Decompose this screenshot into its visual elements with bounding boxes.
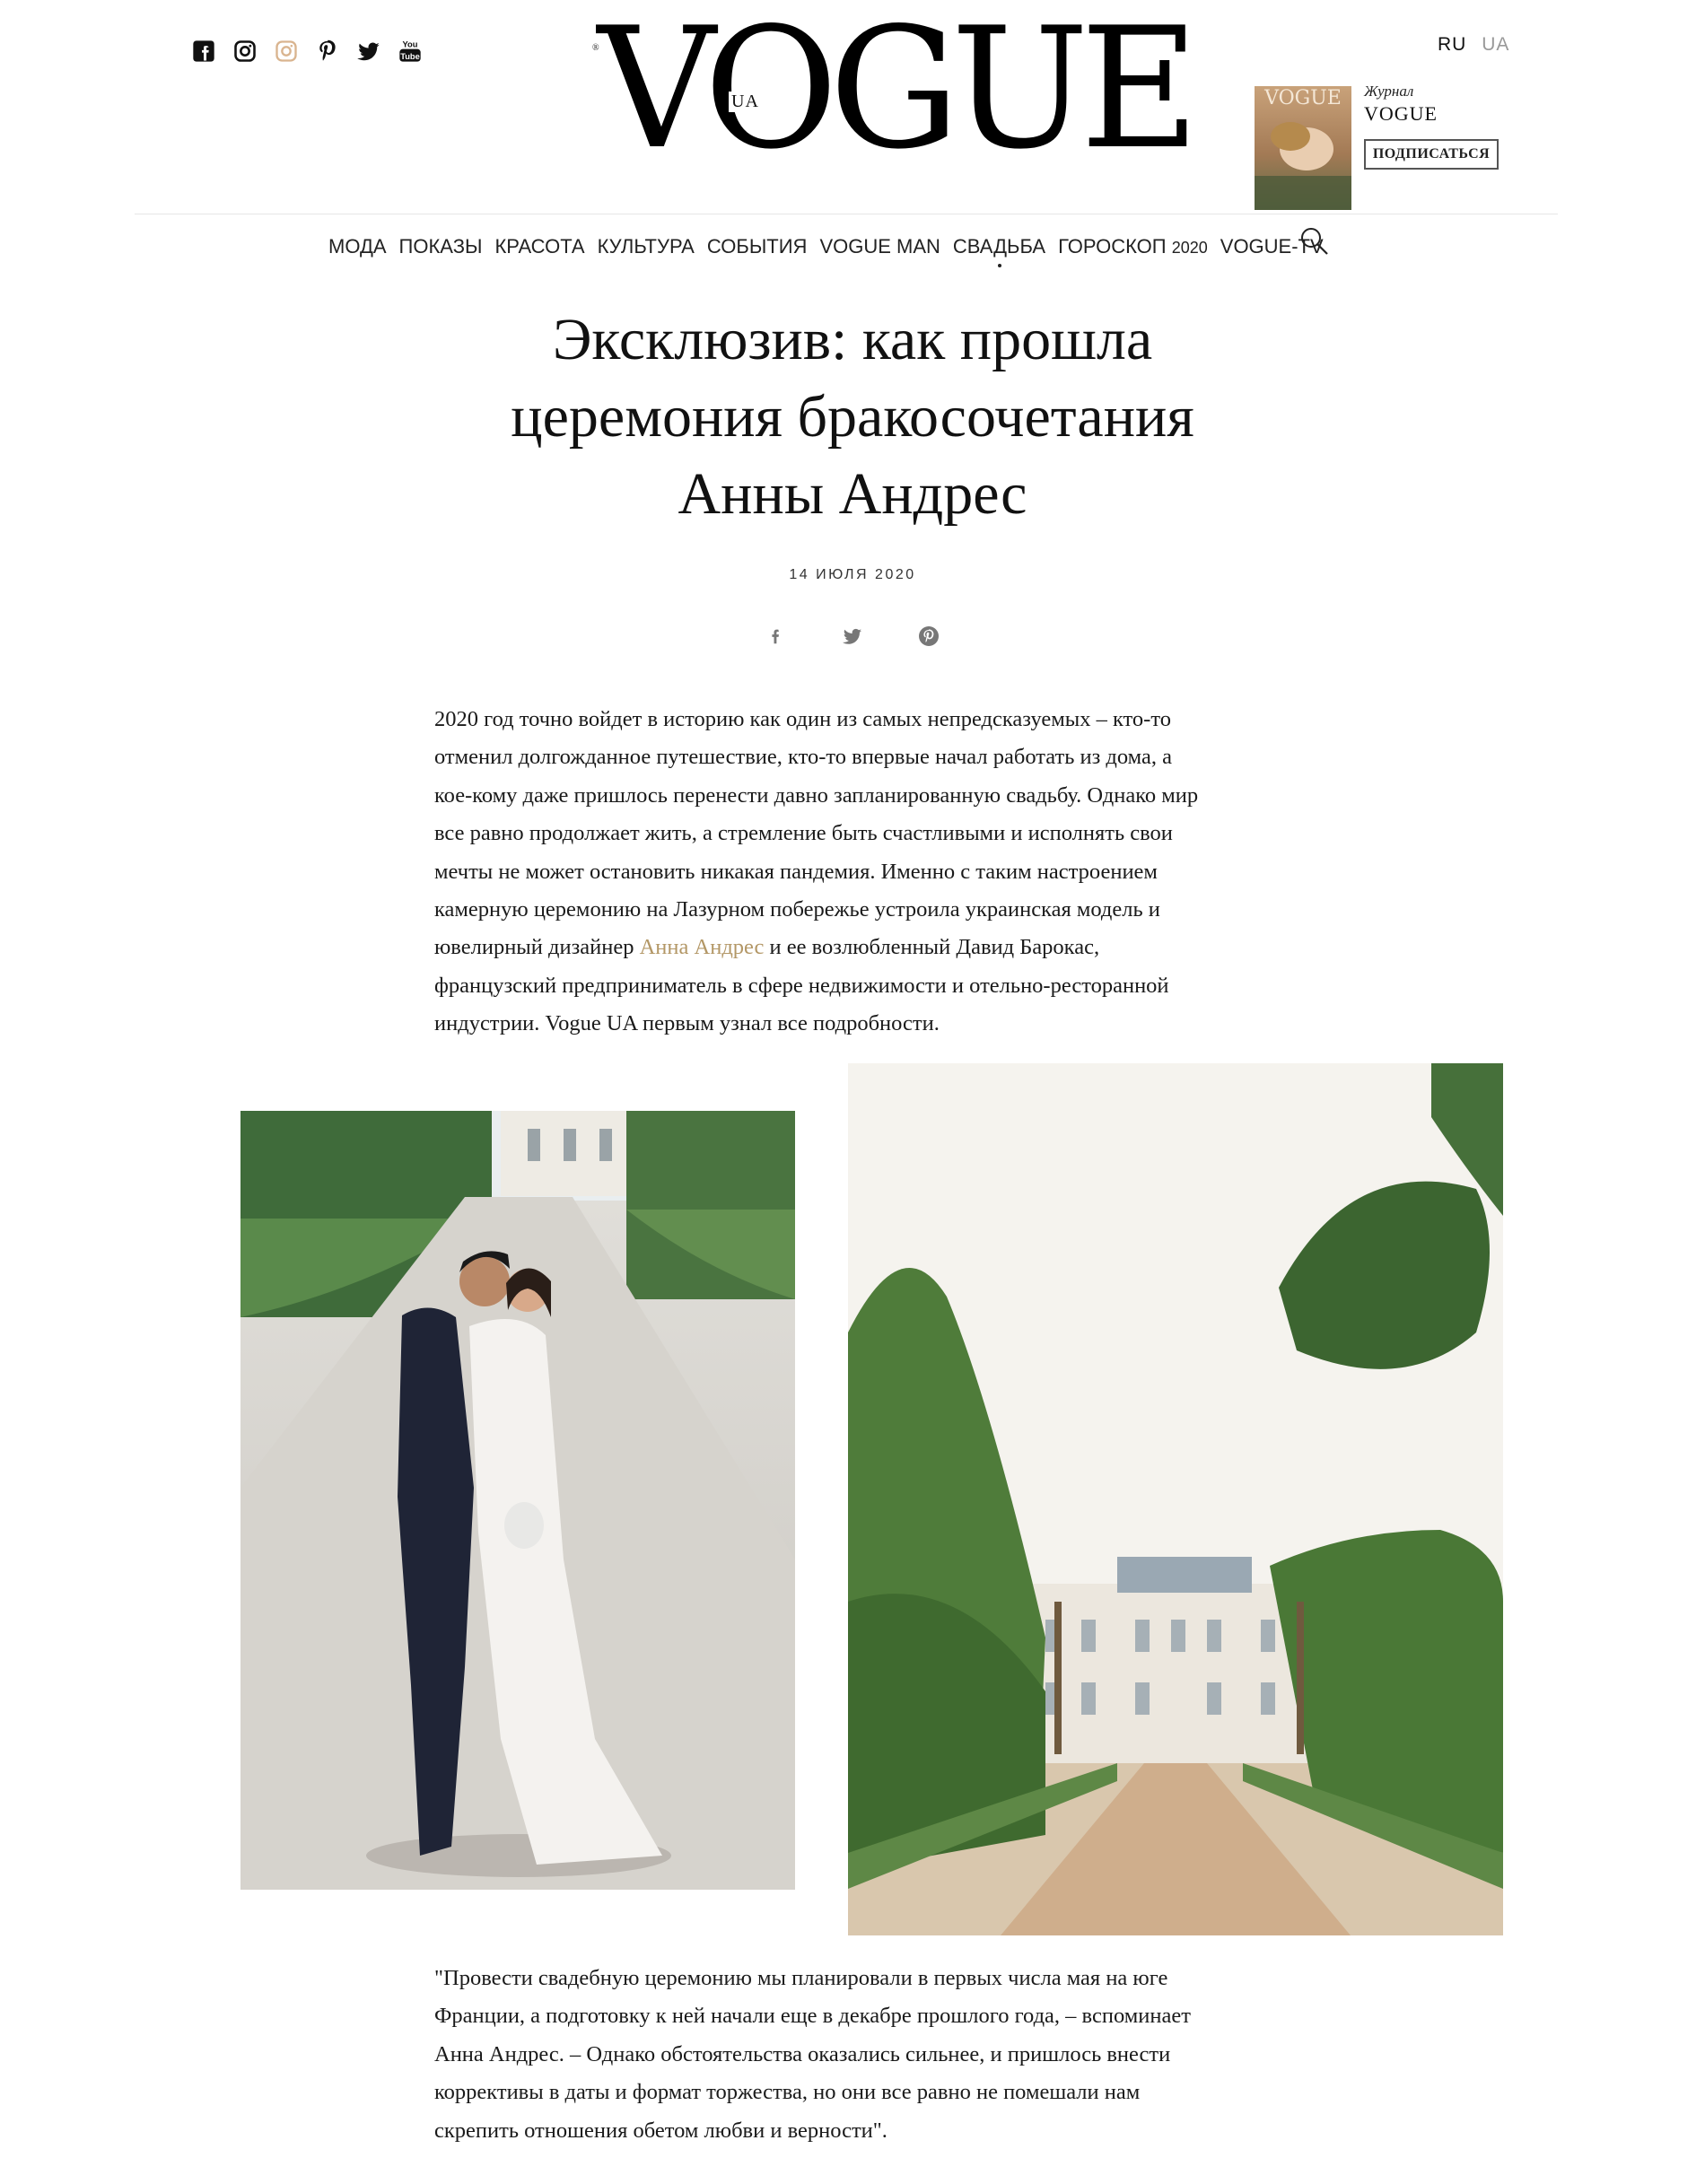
- paragraph-line: "Провести свадебную церемонию мы планиро…: [434, 1966, 1168, 1990]
- article-date: 14 ИЮЛЯ 2020: [789, 567, 916, 582]
- subscribe-button[interactable]: ПОДПИСАТЬСЯ: [1364, 139, 1499, 170]
- nav-item-wedding-label: СВАДЬБА: [952, 235, 1046, 258]
- paragraph-line: мечты не может остановить никакая пандем…: [434, 859, 1158, 884]
- nav-item-beauty[interactable]: КРАСОТА: [494, 235, 584, 258]
- paragraph-line: кое-кому даже пришлось перенести давно з…: [434, 782, 1199, 808]
- share-twitter-icon[interactable]: [839, 623, 866, 650]
- instagram-icon[interactable]: [232, 38, 258, 65]
- article-paragraph-2: "Провести свадебную церемонию мы планиро…: [434, 1960, 1260, 2150]
- title-line: церемония бракосочетания: [511, 384, 1194, 450]
- nav-item-events[interactable]: СОБЫТИЯ: [707, 235, 808, 258]
- nav-item-culture[interactable]: КУЛЬТУРА: [598, 235, 695, 258]
- main-nav: МОДА ПОКАЗЫ КРАСОТА КУЛЬТУРА СОБЫТИЯ VOG…: [328, 235, 1324, 267]
- vogue-logo[interactable]: ® VOGUE UA: [592, 5, 1200, 179]
- share-bar: [763, 623, 942, 650]
- twitter-icon[interactable]: [355, 38, 382, 65]
- facebook-icon[interactable]: [190, 38, 217, 65]
- logo-edition: UA: [729, 92, 762, 112]
- title-line: Анны Андрес: [678, 461, 1027, 527]
- instagram-outline-icon[interactable]: [273, 38, 300, 65]
- nav-item-moda[interactable]: МОДА: [328, 235, 387, 258]
- paragraph-line: 2020 год точно войдет в историю как один…: [434, 707, 1171, 731]
- magazine-cover[interactable]: VOGUE: [1255, 86, 1351, 210]
- pinterest-icon[interactable]: [314, 38, 341, 65]
- title-line: Эксклюзив: как прошла: [552, 307, 1153, 372]
- paragraph-line: камерную церемонию на Лазурном побережье…: [434, 897, 1160, 922]
- nav-item-wedding[interactable]: СВАДЬБА: [952, 235, 1046, 267]
- wedding-couple-photo: [240, 1111, 795, 1890]
- paragraph-line: все равно продолжает жить, а стремление …: [434, 821, 1173, 846]
- magazine-label: Журнал: [1364, 83, 1414, 100]
- paragraph-line: Анна Андрес. – Однако обстоятельства ока…: [434, 2041, 1171, 2066]
- paragraph-line: индустрии. Vogue UA первым узнал все под…: [434, 1011, 940, 1036]
- share-pinterest-icon[interactable]: [915, 623, 942, 650]
- paragraph-line: французский предприниматель в сфере недв…: [434, 973, 1169, 998]
- active-indicator: [997, 264, 1001, 267]
- hotel-alley-photo: [848, 1063, 1503, 1935]
- svg-text:You: You: [403, 39, 418, 48]
- anna-andres-link[interactable]: Анна Андрес: [640, 935, 765, 959]
- nav-item-shows[interactable]: ПОКАЗЫ: [399, 235, 483, 258]
- paragraph-line: отменил долгожданное путешествие, кто-то…: [434, 745, 1172, 770]
- lang-ru[interactable]: RU: [1438, 34, 1466, 55]
- cover-title-text: VOGUE: [1263, 87, 1342, 109]
- nav-item-horoscope-year: 2020: [1171, 239, 1208, 257]
- logo-wordmark: VOGUE: [597, 0, 1200, 186]
- paragraph-line: ювелирный дизайнер Анна Андрес и ее возл…: [434, 929, 1260, 966]
- nav-item-horoscope[interactable]: ГОРОСКОП 2020: [1058, 235, 1208, 258]
- text-run: и ее возлюбленный Давид Барокас,: [764, 935, 1100, 960]
- youtube-icon[interactable]: You Tube: [397, 38, 424, 65]
- paragraph-line: коррективы в даты и формат торжества, но…: [434, 2080, 1141, 2105]
- language-switcher: RU UA: [1438, 34, 1509, 56]
- social-links: You Tube: [190, 38, 424, 65]
- magazine-title: VOGUE: [1364, 102, 1438, 125]
- nav-item-horoscope-label: ГОРОСКОП: [1058, 235, 1167, 258]
- text-run: ювелирный дизайнер: [434, 935, 640, 960]
- search-icon[interactable]: [1299, 226, 1330, 257]
- lang-ua[interactable]: UA: [1482, 34, 1509, 55]
- nav-item-vogue-man[interactable]: VOGUE MAN: [819, 235, 940, 258]
- svg-text:Tube: Tube: [400, 52, 420, 61]
- paragraph-line: скрепить отношения обетом любви и вернос…: [434, 2118, 887, 2143]
- paragraph-line: Франции, а подготовку к ней начали еще в…: [434, 2004, 1191, 2029]
- share-facebook-icon[interactable]: [763, 623, 790, 650]
- article-paragraph-1: 2020 год точно войдет в историю как один…: [434, 701, 1260, 1044]
- article-title: Эксклюзив: как прошла церемония бракосоч…: [341, 301, 1364, 533]
